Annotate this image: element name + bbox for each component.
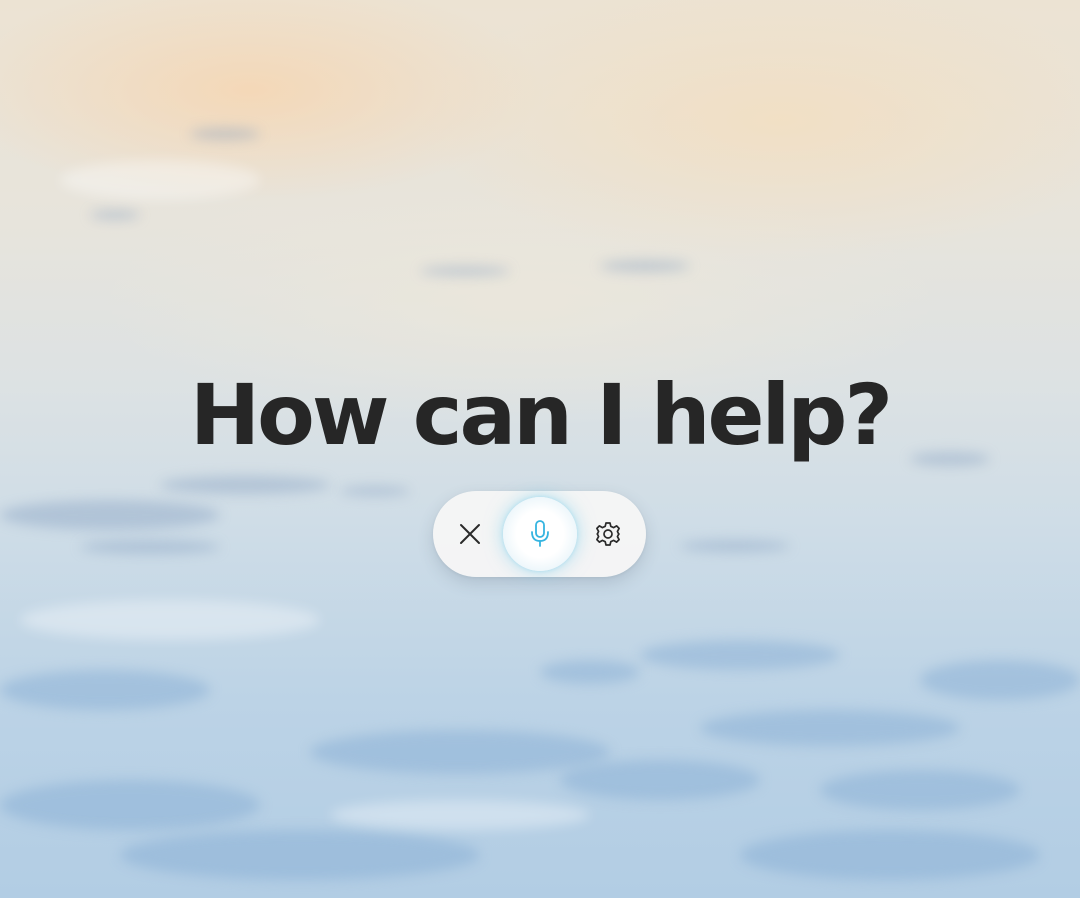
close-icon bbox=[457, 521, 483, 547]
microphone-icon bbox=[527, 519, 553, 549]
microphone-button[interactable] bbox=[503, 497, 577, 571]
settings-button[interactable] bbox=[583, 509, 633, 559]
gear-icon bbox=[594, 520, 622, 548]
voice-control-bar bbox=[433, 491, 646, 577]
assistant-prompt-heading: How can I help? bbox=[189, 366, 893, 464]
close-button[interactable] bbox=[445, 509, 495, 559]
